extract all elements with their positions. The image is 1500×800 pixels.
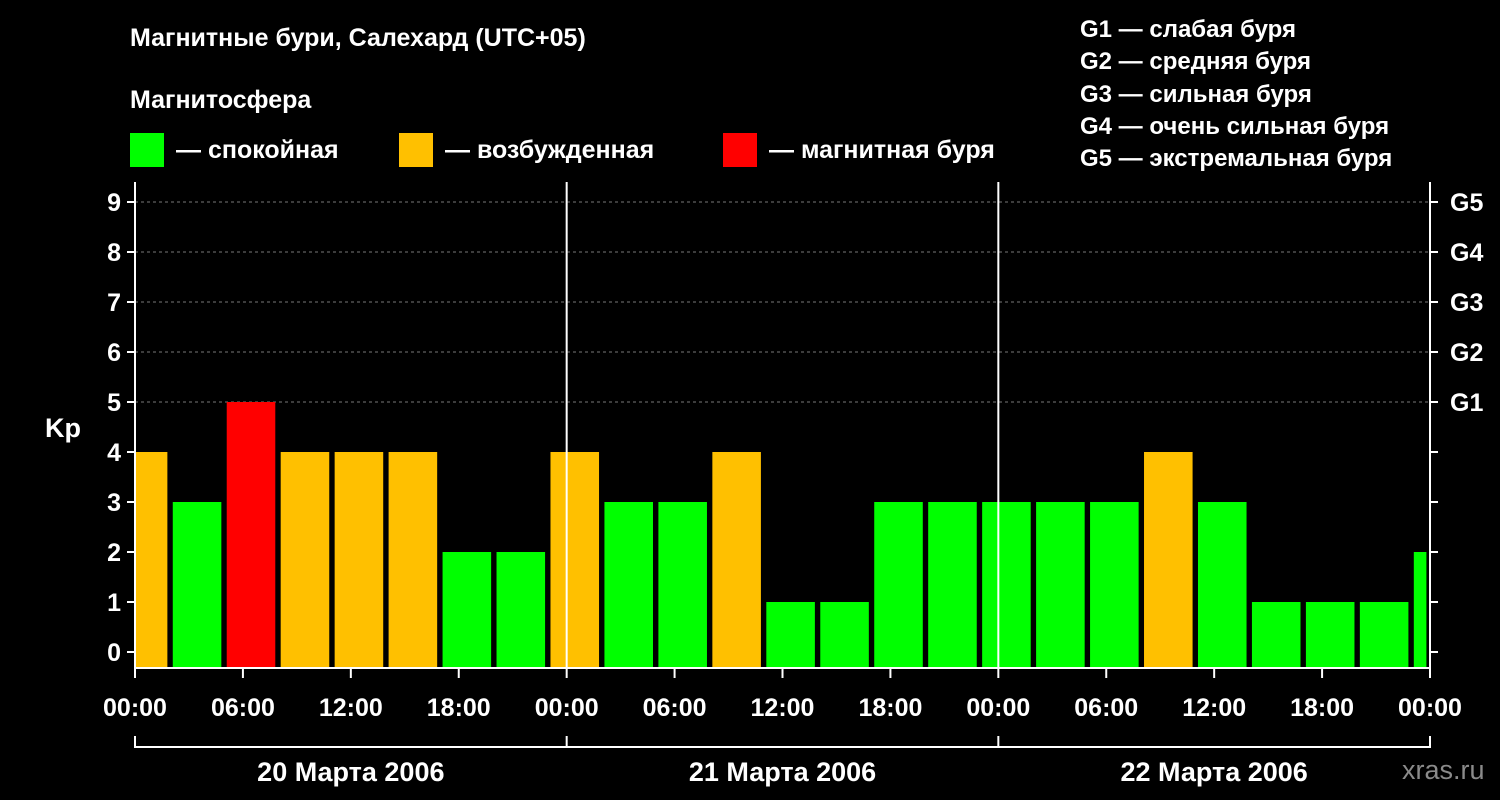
bar-21 — [1197, 502, 1247, 668]
bar-17 — [982, 502, 1031, 668]
bar-19 — [1090, 502, 1139, 668]
y-tick-label: 1 — [107, 589, 121, 617]
x-tick-label: 18:00 — [427, 694, 491, 722]
bar-9 — [550, 452, 600, 668]
bar-24 — [1359, 602, 1409, 668]
right-tick-label-g2: G2 — [1450, 339, 1483, 367]
bar-22 — [1251, 602, 1301, 668]
bar-10 — [604, 502, 653, 668]
bar-5 — [334, 452, 384, 668]
bar-16 — [928, 502, 977, 668]
kp-bar-chart: 0 1 2 3 4 5 6 7 8 9 G1 G2 G3 G4 G5 Kp 00:00 06:00 12:00 18:… — [45, 182, 1483, 787]
y-tick-label: 9 — [107, 189, 121, 217]
x-tick-label: 00:00 — [103, 694, 167, 722]
x-tick-label: 12:00 — [751, 694, 815, 722]
day-label: 21 Марта 2006 — [689, 757, 876, 787]
y-tick-label: 5 — [107, 389, 121, 417]
x-tick-label: 00:00 — [535, 694, 599, 722]
x-tick-label: 06:00 — [1074, 694, 1138, 722]
day-label: 20 Марта 2006 — [257, 757, 444, 787]
bar-20 — [1144, 452, 1193, 668]
bar-7 — [442, 552, 492, 668]
x-tick-label: 06:00 — [643, 694, 707, 722]
y-tick-label: 6 — [107, 339, 121, 367]
bar-11 — [658, 502, 707, 668]
x-tick-label: 18:00 — [858, 694, 922, 722]
bar-1 — [135, 452, 168, 668]
x-tick-label: 00:00 — [1398, 694, 1462, 722]
y-tick-label: 3 — [107, 489, 121, 517]
x-tick-label: 00:00 — [966, 694, 1030, 722]
bar-15 — [874, 502, 923, 668]
right-tick-label-g4: G4 — [1450, 239, 1483, 267]
bar-3 — [226, 402, 276, 668]
bar-2 — [172, 502, 222, 668]
y-tick-label: 4 — [107, 439, 121, 467]
right-tick-label-g1: G1 — [1450, 389, 1483, 417]
bar-13 — [766, 602, 815, 668]
bar-18 — [1036, 502, 1085, 668]
bar-14 — [820, 602, 869, 668]
right-tick-label-g5: G5 — [1450, 189, 1483, 217]
bar-23 — [1305, 602, 1355, 668]
x-tick-label: 06:00 — [211, 694, 275, 722]
y-tick-label: 8 — [107, 239, 121, 267]
right-tick-label-g3: G3 — [1450, 289, 1483, 317]
y-tick-label: 2 — [107, 539, 121, 567]
bar-8 — [496, 552, 546, 668]
bar-4 — [280, 452, 330, 668]
day-label: 22 Марта 2006 — [1121, 757, 1308, 787]
y-axis-label: Kp — [45, 413, 81, 443]
x-tick-label: 18:00 — [1290, 694, 1354, 722]
x-tick-label: 12:00 — [319, 694, 383, 722]
y-tick-label: 7 — [107, 289, 121, 317]
bar-6 — [388, 452, 438, 668]
x-tick-label: 12:00 — [1182, 694, 1246, 722]
bar-12 — [712, 452, 761, 668]
y-tick-label: 0 — [107, 639, 121, 667]
bar-25 — [1413, 552, 1427, 668]
watermark: xras.ru — [1402, 755, 1485, 785]
